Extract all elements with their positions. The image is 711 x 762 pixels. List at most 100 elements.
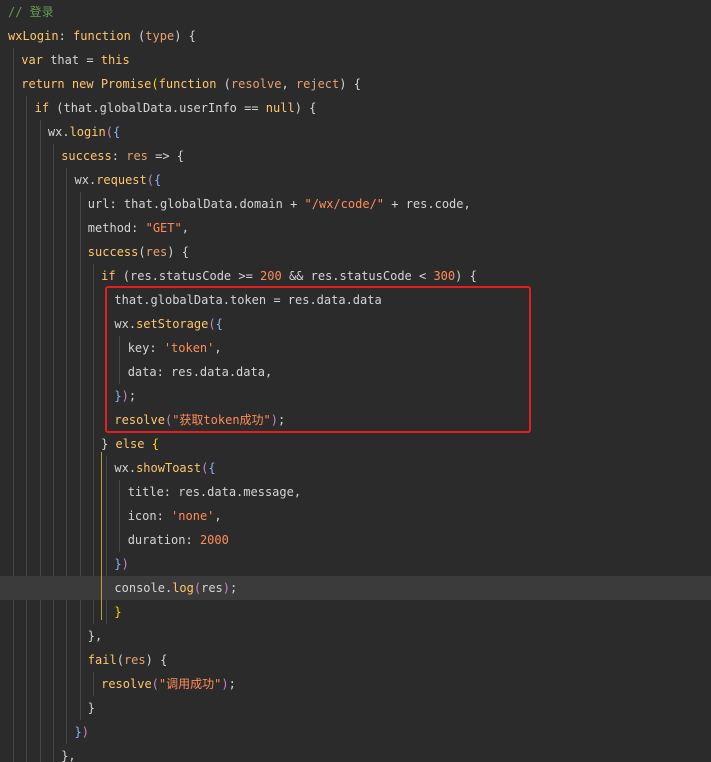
code-text: var that = this	[21, 48, 129, 72]
code-token: + res.code,	[384, 197, 471, 211]
code-token: this	[100, 53, 130, 67]
code-text: wxLogin: function (type) {	[8, 24, 196, 48]
code-token: {	[154, 173, 162, 187]
code-token: null	[265, 101, 295, 115]
code-line[interactable]: },	[0, 624, 711, 648]
code-line[interactable]: success(res) {	[0, 240, 711, 264]
code-line[interactable]: // 登录	[0, 0, 711, 24]
code-text: if (that.globalData.userInfo == null) {	[35, 96, 317, 120]
code-text: }	[114, 600, 121, 624]
code-token: ;	[228, 677, 236, 691]
code-token: }	[87, 701, 96, 715]
code-token: function	[73, 29, 131, 43]
code-token: ) {	[167, 245, 189, 259]
code-text: wx.showToast({	[114, 456, 215, 480]
code-line[interactable]: } else {	[0, 432, 711, 456]
code-token: res	[145, 245, 168, 259]
code-token: },	[87, 629, 103, 643]
code-token: log	[172, 581, 194, 595]
code-editor[interactable]: // 登录 wxLogin: function (type) {var that …	[0, 0, 711, 762]
code-line[interactable]: method: "GET",	[0, 216, 711, 240]
code-line[interactable]: },	[0, 744, 711, 762]
code-token: {	[151, 437, 159, 451]
code-line[interactable]: var that = this	[0, 48, 711, 72]
code-token: wx.	[47, 125, 70, 139]
code-token: Promise	[100, 77, 152, 91]
code-text: }	[88, 696, 95, 720]
code-token: method:	[87, 221, 146, 235]
code-line[interactable]: duration: 2000	[0, 528, 711, 552]
code-token: }	[101, 437, 116, 451]
code-line[interactable]: icon: 'none',	[0, 504, 711, 528]
code-token: wx.	[74, 173, 97, 187]
code-token: ,	[181, 221, 189, 235]
code-line[interactable]: wx.showToast({	[0, 456, 711, 480]
code-token: else	[115, 437, 145, 451]
code-line[interactable]: if (res.statusCode >= 200 && res.statusC…	[0, 264, 711, 288]
code-line[interactable]: }	[0, 600, 711, 624]
code-token: "调用成功"	[158, 677, 222, 691]
code-token: )	[121, 557, 129, 571]
highlight-box-token-block	[105, 286, 531, 433]
code-token: }	[114, 557, 122, 571]
code-token: 300	[433, 269, 456, 283]
code-token: (	[138, 245, 146, 259]
code-token: (res.statusCode >=	[115, 269, 261, 283]
code-token: ) {	[339, 77, 361, 91]
code-line[interactable]: if (that.globalData.userInfo == null) {	[0, 96, 711, 120]
code-line[interactable]: success: res => {	[0, 144, 711, 168]
code-line[interactable]: title: res.data.message,	[0, 480, 711, 504]
code-token: => {	[147, 149, 185, 163]
code-token: }	[74, 725, 82, 739]
code-token: title: res.data.message,	[127, 485, 302, 499]
code-token: request	[96, 173, 147, 187]
code-line[interactable]: fail(res) {	[0, 648, 711, 672]
code-token: 2000	[199, 533, 229, 547]
code-token: var	[21, 53, 43, 67]
code-text: method: "GET",	[88, 216, 189, 240]
code-text: console.log(res);	[114, 576, 237, 600]
code-token: :	[58, 29, 74, 43]
code-text: if (res.statusCode >= 200 && res.statusC…	[101, 264, 477, 288]
code-token: },	[61, 749, 76, 762]
code-token: login	[69, 125, 106, 139]
code-text: wx.request({	[75, 168, 162, 192]
code-token: && res.statusCode <	[281, 269, 434, 283]
code-line[interactable]: wx.request({	[0, 168, 711, 192]
code-token: (	[116, 653, 124, 667]
code-token: icon:	[127, 509, 172, 523]
code-token: )	[222, 581, 231, 595]
code-token: }	[114, 605, 122, 619]
code-text: })	[75, 720, 89, 744]
code-token: if	[34, 101, 50, 115]
code-token: type	[145, 29, 175, 43]
code-line[interactable]: wxLogin: function (type) {	[0, 24, 711, 48]
code-token: showToast	[136, 461, 202, 475]
code-text: success: res => {	[61, 144, 184, 168]
code-line[interactable]: wx.login({	[0, 120, 711, 144]
code-token: {	[208, 461, 216, 475]
code-token: success	[87, 245, 139, 259]
code-token: new	[71, 77, 94, 91]
code-text: resolve("调用成功");	[101, 672, 236, 696]
code-text: url: that.globalData.domain + "/wx/code/…	[88, 192, 471, 216]
code-line[interactable]: return new Promise(function (resolve, re…	[0, 72, 711, 96]
code-line[interactable]: resolve("调用成功");	[0, 672, 711, 696]
code-token: success	[61, 149, 112, 163]
code-token: resolve	[230, 77, 282, 91]
code-token: url: that.globalData.domain +	[87, 197, 305, 211]
code-token: ) {	[145, 653, 168, 667]
code-token: ,	[281, 77, 296, 91]
code-line[interactable]: })	[0, 552, 711, 576]
code-line[interactable]: console.log(res);	[0, 576, 711, 600]
code-token: console.	[114, 581, 173, 595]
code-line[interactable]: }	[0, 696, 711, 720]
code-token: (that.globalData.userInfo ==	[49, 101, 266, 115]
code-token: 'none'	[171, 509, 215, 523]
code-line[interactable]: })	[0, 720, 711, 744]
code-token: (	[151, 77, 159, 91]
code-line[interactable]: url: that.globalData.domain + "/wx/code/…	[0, 192, 711, 216]
code-token: res	[126, 149, 148, 163]
